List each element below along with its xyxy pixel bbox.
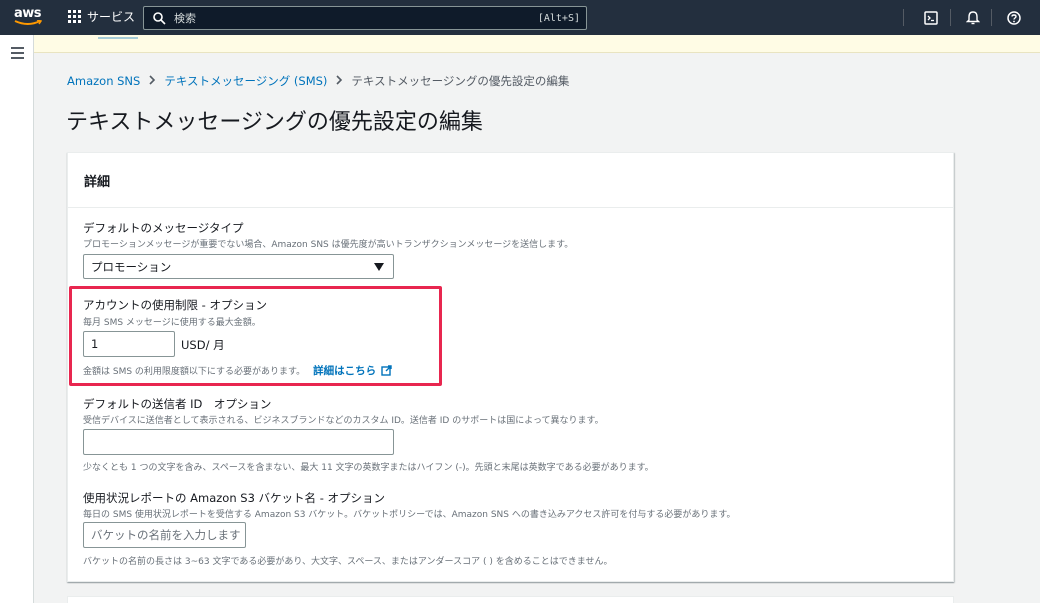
banner-mark [98,33,138,39]
spend-limit-description: 毎月 SMS メッセージに使用する最大金額。 [83,318,261,328]
spend-limit-hint-row: 金額は SMS の利用限度額以下にする必要があります。 詳細はこちら [83,363,392,378]
search-input[interactable]: 検索 [Alt+S] [143,6,587,30]
services-menu-button[interactable]: サービス [68,8,135,25]
message-type-label: デフォルトのメッセージタイプ [83,221,244,235]
breadcrumb-link-sms[interactable]: テキストメッセージング (SMS) [164,73,327,89]
nav-divider [991,9,992,26]
breadcrumb: Amazon SNS テキストメッセージング (SMS) テキストメッセージング… [67,73,569,89]
sender-id-description: 受信デバイスに送信者として表示される、ビジネスブランドなどのカスタム ID。送信… [83,416,604,426]
notification-banner [34,35,1040,53]
left-rail [0,35,34,603]
message-type-select[interactable]: プロモーション [83,254,394,279]
search-shortcut: [Alt+S] [537,12,580,24]
bucket-description: 毎日の SMS 使用状況レポートを受信する Amazon S3 バケット。バケッ… [83,510,736,520]
chevron-right-icon [335,74,343,88]
grid-icon [68,10,81,23]
learn-more-link[interactable]: 詳細はこちら [313,363,376,378]
message-type-selected: プロモーション [91,259,172,274]
chevron-right-icon [148,74,156,88]
page-title: テキストメッセージングの優先設定の編集 [66,110,483,135]
aws-logo-text: aws [14,6,42,21]
external-link-icon[interactable] [381,365,392,376]
aws-logo[interactable]: aws [14,5,44,29]
bucket-name-input[interactable]: バケットの名前を入力します [83,522,246,548]
bucket-hint: バケットの名前の長さは 3~63 文字である必要があり、大文字、スペース、または… [83,557,613,567]
top-navigation: aws サービス 検索 [Alt+S] [0,0,1040,35]
menu-icon[interactable] [11,47,24,59]
container-header: 詳細 [68,153,953,208]
search-placeholder: 検索 [174,12,196,25]
message-type-description: プロモーションメッセージが重要でない場合、Amazon SNS は優先度が高いト… [83,240,574,250]
spend-limit-hint: 金額は SMS の利用限度額以下にする必要があります。 [83,367,306,377]
breadcrumb-link-sns[interactable]: Amazon SNS [67,74,140,88]
container-title: 詳細 [84,174,111,190]
spend-limit-value: 1 [91,337,99,351]
nav-divider [950,9,951,26]
cloudshell-icon[interactable] [921,8,941,28]
spend-limit-input[interactable]: 1 [83,331,175,357]
bucket-label: 使用状況レポートの Amazon S3 バケット名 - オプション [83,491,386,505]
sender-id-label: デフォルトの送信者 ID オプション [83,397,272,411]
spend-limit-unit: USD/ 月 [181,338,225,352]
sender-id-hint: 少なくとも 1 つの文字を含み、スペースを含まない、最大 11 文字の英数字また… [83,463,654,473]
sender-id-input[interactable] [83,429,394,455]
caret-down-icon [374,263,384,271]
help-icon[interactable] [1004,8,1024,28]
bell-icon[interactable] [963,8,983,28]
spend-limit-label: アカウントの使用制限 - オプション [83,298,267,312]
breadcrumb-current: テキストメッセージングの優先設定の編集 [351,74,570,88]
nav-divider [903,9,904,26]
next-container [67,596,954,603]
bucket-placeholder: バケットの名前を入力します [91,528,241,542]
search-icon [152,10,168,26]
aws-smile-icon [14,20,42,25]
services-label: サービス [87,10,136,24]
